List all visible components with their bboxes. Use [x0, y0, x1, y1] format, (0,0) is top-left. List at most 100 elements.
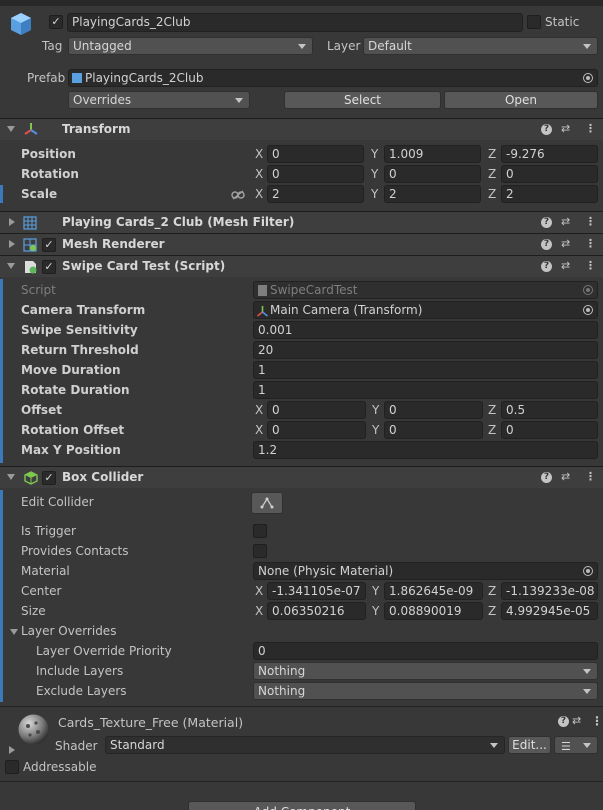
box-collider-header[interactable]: ✓ Box Collider ? ⇄ ⋮	[0, 466, 603, 488]
object-picker-icon[interactable]	[583, 305, 593, 315]
presets-icon[interactable]: ⇄	[561, 122, 570, 135]
position-z-field[interactable]: -9.276	[501, 145, 598, 163]
size-x-field[interactable]: 0.06350216	[267, 602, 366, 620]
more-options-icon[interactable]: ⋮	[585, 470, 596, 483]
tag-label: Tag	[42, 39, 63, 53]
help-icon[interactable]: ?	[541, 261, 552, 272]
foldout-arrow-icon[interactable]	[9, 218, 15, 226]
max-y-position-field[interactable]: 1.2	[253, 441, 598, 459]
more-options-icon[interactable]: ⋮	[585, 215, 596, 228]
center-x-field[interactable]: -1.341105e-07	[267, 582, 366, 600]
constrain-link-icon[interactable]	[231, 189, 245, 200]
offset-y-field[interactable]: 0	[384, 401, 483, 419]
presets-icon[interactable]: ⇄	[561, 237, 570, 250]
help-icon[interactable]: ?	[541, 124, 552, 135]
mesh-filter-header[interactable]: Playing Cards_2 Club (Mesh Filter) ? ⇄ ⋮	[0, 211, 603, 233]
swipe-card-test-header[interactable]: ✓ Swipe Card Test (Script) ? ⇄ ⋮	[0, 255, 603, 277]
rotate-duration-field[interactable]: 1	[253, 381, 598, 399]
foldout-arrow-icon[interactable]	[7, 126, 15, 132]
overrides-dropdown[interactable]: Overrides	[68, 91, 250, 109]
offset-x-field[interactable]: 0	[267, 401, 366, 419]
shader-dropdown[interactable]: Standard	[105, 736, 505, 754]
camera-transform-field[interactable]: Main Camera (Transform)	[253, 301, 598, 319]
center-y-field[interactable]: 1.862645e-09	[384, 582, 483, 600]
size-z-field[interactable]: 4.992945e-05	[501, 602, 598, 620]
rotation-offset-x-field[interactable]: 0	[267, 421, 366, 439]
component-header-icons: ? ⇄ ⋮	[541, 470, 597, 486]
is-trigger-checkbox[interactable]	[253, 524, 267, 538]
box-collider-icon	[24, 471, 38, 485]
select-button[interactable]: Select	[284, 91, 441, 109]
material-field[interactable]: None (Physic Material)	[253, 562, 598, 580]
script-label: Script	[21, 283, 56, 297]
object-picker-icon[interactable]	[583, 73, 593, 83]
swipe-enabled-checkbox[interactable]: ✓	[42, 260, 56, 274]
position-x-field[interactable]: 0	[267, 145, 364, 163]
center-z-field[interactable]: -1.139233e-08	[501, 582, 598, 600]
offset-z-axis: Z	[488, 403, 497, 417]
rotation-offset-z-field[interactable]: 0	[501, 421, 598, 439]
material-foldout-arrow-icon[interactable]	[9, 746, 15, 754]
object-name-field[interactable]: PlayingCards_2Club	[67, 13, 523, 32]
foldout-arrow-icon[interactable]	[7, 474, 15, 480]
layer-dropdown[interactable]: Default	[363, 37, 598, 55]
rotation-x-field[interactable]: 0	[267, 165, 364, 183]
mesh-renderer-enabled-checkbox[interactable]: ✓	[42, 238, 56, 252]
size-y-field[interactable]: 0.08890019	[384, 602, 483, 620]
scale-y-field[interactable]: 2	[384, 185, 481, 203]
more-options-icon[interactable]: ⋮	[585, 237, 596, 250]
foldout-arrow-icon[interactable]	[7, 263, 15, 269]
return-threshold-field[interactable]: 20	[253, 341, 598, 359]
presets-icon[interactable]: ⇄	[572, 714, 581, 727]
position-y-field[interactable]: 1.009	[384, 145, 481, 163]
provides-contacts-checkbox[interactable]	[253, 544, 267, 558]
rotation-y-field[interactable]: 0	[384, 165, 481, 183]
edit-shader-button[interactable]: Edit...	[508, 736, 551, 754]
position-y-axis: Y	[371, 147, 379, 161]
center-y-axis: Y	[372, 584, 380, 598]
presets-icon[interactable]: ⇄	[561, 470, 570, 483]
help-icon[interactable]: ?	[541, 217, 552, 228]
open-button[interactable]: Open	[444, 91, 598, 109]
tag-dropdown[interactable]: Untagged	[68, 37, 313, 55]
include-layers-dropdown[interactable]: Nothing	[253, 662, 598, 680]
scale-z-field[interactable]: 2	[501, 185, 598, 203]
component-header-icons: ? ⇄ ⋮	[541, 122, 597, 138]
scale-x-field[interactable]: 2	[267, 185, 364, 203]
transform-header[interactable]: Transform ? ⇄ ⋮	[0, 118, 603, 140]
rotation-z-field[interactable]: 0	[501, 165, 598, 183]
layer-override-priority-field[interactable]: 0	[253, 642, 598, 660]
component-header-icons: ? ⇄ ⋮	[541, 215, 597, 231]
chevron-down-icon	[583, 669, 591, 674]
layer-overrides-foldout[interactable]: Layer Overrides	[10, 624, 130, 640]
override-indicator-bar	[0, 185, 3, 203]
addressable-checkbox[interactable]	[5, 760, 19, 774]
prefab-field[interactable]: PlayingCards_2Club	[68, 69, 598, 87]
move-duration-field[interactable]: 1	[253, 361, 598, 379]
object-picker-icon[interactable]	[583, 566, 593, 576]
mesh-renderer-header[interactable]: ✓ Mesh Renderer ? ⇄ ⋮	[0, 233, 603, 255]
presets-icon[interactable]: ⇄	[561, 259, 570, 272]
box-collider-enabled-checkbox[interactable]: ✓	[42, 471, 56, 485]
swipe-sensitivity-field[interactable]: 0.001	[253, 321, 598, 339]
more-options-icon[interactable]: ⋮	[585, 122, 596, 135]
rotation-z-axis: Z	[488, 167, 497, 181]
more-options-icon[interactable]: ⋮	[591, 714, 603, 728]
help-icon[interactable]: ?	[541, 472, 552, 483]
material-value: None (Physic Material)	[258, 564, 394, 578]
add-component-button[interactable]: Add Component	[188, 801, 416, 810]
offset-z-field[interactable]: 0.5	[501, 401, 598, 419]
shader-options-dropdown[interactable]: ☰	[554, 736, 598, 754]
rotation-offset-y-field[interactable]: 0	[384, 421, 483, 439]
active-checkbox[interactable]: ✓	[49, 15, 63, 29]
more-options-icon[interactable]: ⋮	[585, 259, 596, 272]
foldout-arrow-icon[interactable]	[9, 240, 15, 248]
static-checkbox[interactable]	[527, 15, 541, 29]
help-icon[interactable]: ?	[541, 239, 552, 250]
exclude-layers-dropdown[interactable]: Nothing	[253, 682, 598, 700]
presets-icon[interactable]: ⇄	[561, 215, 570, 228]
help-icon[interactable]: ?	[558, 716, 569, 727]
edit-collider-icon	[260, 497, 274, 509]
chevron-down-icon	[583, 743, 591, 748]
edit-collider-button[interactable]	[251, 492, 283, 514]
